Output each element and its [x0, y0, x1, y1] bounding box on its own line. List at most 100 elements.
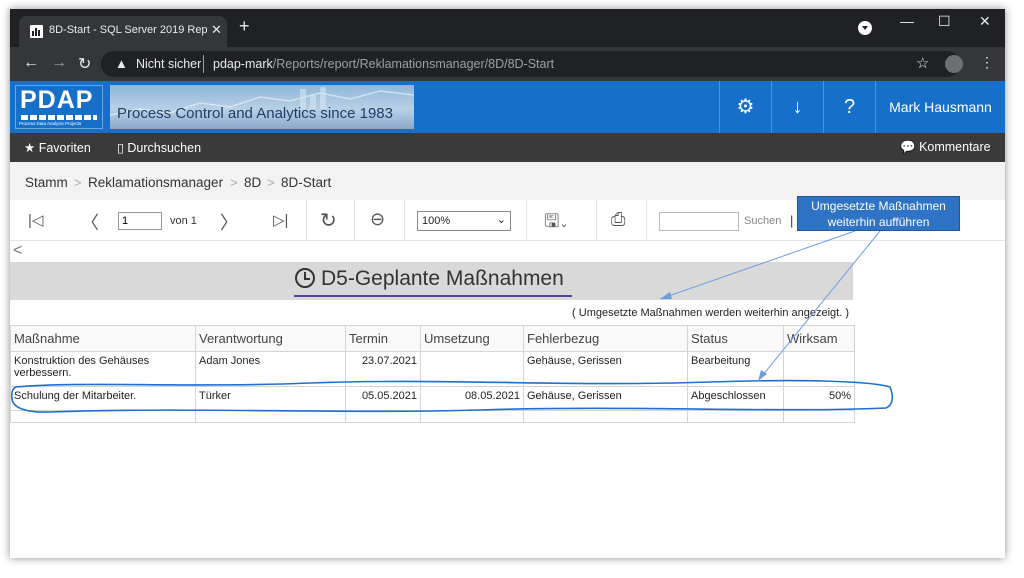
logo-text: PDAP [20, 86, 94, 114]
browse-link[interactable]: ▯ Durchsuchen [117, 140, 201, 155]
annotation-callout: Umgesetzte Maßnahmen weiterhin aufführen [797, 196, 960, 231]
table-row-cell: Türker [196, 387, 346, 411]
report-search-input[interactable] [659, 212, 739, 231]
app-header: PDAP Process Data Analysis Projects Proc… [10, 81, 1005, 133]
last-page-icon[interactable]: ▷| [273, 211, 288, 229]
url-text[interactable]: pdap-mark/Reports/report/Reklamationsman… [213, 57, 554, 71]
chevron-down-icon: ⌄ [559, 218, 569, 230]
table-empty-cell [196, 411, 346, 423]
table-row-cell: 23.07.2021 [346, 352, 421, 387]
toolbar-divider [646, 200, 647, 241]
tab-close-icon[interactable]: ✕ [211, 22, 222, 38]
security-label[interactable]: Nicht sicher [136, 57, 201, 71]
table-row-cell: Abgeschlossen [688, 387, 784, 411]
favorites-label: Favoriten [38, 141, 91, 155]
zoom-value: 100% [422, 215, 451, 227]
toolbar-divider [404, 200, 405, 241]
column-header-umsetzung: Umsetzung [421, 325, 524, 352]
header-banner: Process Control and Analytics since 1983 [110, 85, 414, 129]
new-tab-button[interactable]: + [239, 17, 250, 35]
document-icon: ▯ [117, 141, 124, 155]
clock-icon [295, 268, 315, 288]
browser-menu-icon[interactable]: ⋮ [980, 54, 994, 71]
reload-icon[interactable]: ↻ [78, 54, 91, 74]
table-row-cell: Schulung der Mitarbeiter. [10, 387, 196, 411]
favorites-link[interactable]: ★ Favoriten [24, 140, 91, 155]
favorites-bar: ★ Favoriten ▯ Durchsuchen 💬 Kommentare [10, 133, 1005, 162]
url-host: pdap-mark [213, 57, 273, 71]
omnibox[interactable]: ▲ Nicht sicher pdap-mark/Reports/report/… [101, 51, 961, 77]
gear-icon: ⚙ [736, 96, 755, 118]
download-icon: ↓ [792, 96, 803, 118]
breadcrumb-separator: > [74, 175, 82, 190]
logo-subtitle: Process Data Analysis Projects [19, 121, 82, 126]
maximize-button[interactable]: ☐ [938, 13, 951, 30]
refresh-icon[interactable]: ↻ [320, 208, 337, 233]
profile-icon[interactable] [858, 21, 872, 35]
browse-label: Durchsuchen [127, 141, 202, 155]
chevron-down-icon: ⌄ [496, 214, 506, 226]
column-header-fehlerbezug: Fehlerbezug [524, 325, 688, 352]
help-icon: ? [843, 96, 856, 118]
search-button[interactable]: Suchen [744, 215, 781, 227]
breadcrumb-separator: > [267, 175, 275, 190]
page-count-label: von 1 [170, 215, 197, 227]
banner-slogan: Process Control and Analytics since 1983 [117, 105, 393, 122]
report-title-text: D5-Geplante Maßnahmen [321, 267, 564, 290]
table-empty-cell [421, 411, 524, 423]
url-path: /Reports/report/Reklamationsmanager/8D/8… [272, 57, 555, 71]
page-number-input[interactable] [118, 212, 162, 230]
table-empty-cell [346, 411, 421, 423]
minimize-button[interactable]: — [900, 13, 914, 29]
table-row-cell: Bearbeitung [688, 352, 784, 387]
toolbar-divider [596, 200, 597, 241]
print-icon[interactable]: ⎙ [611, 209, 625, 230]
column-header-status: Status [688, 325, 784, 352]
warning-icon[interactable]: ▲ [115, 56, 128, 71]
breadcrumb: Stamm > Reklamationsmanager > 8D > 8D-St… [10, 162, 1005, 200]
table-empty-cell [784, 411, 855, 423]
url-divider [203, 55, 204, 73]
first-page-icon[interactable]: |◁ [28, 211, 43, 229]
table-row-cell: Adam Jones [196, 352, 346, 387]
user-menu[interactable]: Mark Hausmann [875, 81, 1005, 133]
toolbar-divider [354, 200, 355, 241]
address-bar: ← → ↻ ▲ Nicht sicher pdap-mark/Reports/r… [10, 47, 1005, 81]
back-to-parent-icon[interactable]: ⊖ [370, 209, 385, 230]
breadcrumb-reklamationsmanager[interactable]: Reklamationsmanager [88, 175, 223, 190]
star-icon: ★ [24, 141, 36, 155]
table-row-cell [784, 352, 855, 387]
back-icon[interactable]: ← [23, 54, 39, 72]
bookmark-star-icon[interactable]: ☆ [916, 54, 929, 72]
annotation-line-1: Umgesetzte Maßnahmen [811, 199, 946, 213]
previous-page-icon[interactable]: 〈 [81, 209, 99, 235]
comments-link[interactable]: 💬 Kommentare [900, 140, 991, 155]
window-close-button[interactable]: ✕ [979, 13, 991, 30]
table-row-cell: Gehäuse, Gerissen [524, 387, 688, 411]
download-button[interactable]: ↓ [771, 81, 823, 133]
extension-icon[interactable] [945, 55, 963, 73]
forward-icon[interactable]: → [51, 54, 67, 72]
breadcrumb-stamm[interactable]: Stamm [25, 175, 68, 190]
table-row-cell: 08.05.2021 [421, 387, 524, 411]
column-header-verantwortung: Verantwortung [196, 325, 346, 352]
save-export-icon[interactable]: 🖫⌄ [544, 209, 569, 239]
toolbar-divider [306, 200, 307, 241]
collapse-panel-icon[interactable]: < [13, 242, 22, 260]
pdap-logo[interactable]: PDAP Process Data Analysis Projects [15, 85, 103, 129]
breadcrumb-8d[interactable]: 8D [244, 175, 261, 190]
settings-button[interactable]: ⚙ [719, 81, 771, 133]
zoom-select[interactable]: 100% ⌄ [417, 211, 511, 231]
browser-window: 8D-Start - SQL Server 2019 Repo ✕ + — ☐ … [10, 9, 1005, 558]
report-note: ( Umgesetzte Maßnahmen werden weiterhin … [572, 307, 849, 319]
table-empty-cell [688, 411, 784, 423]
table-row-cell: 50% [784, 387, 855, 411]
report-favicon-icon [30, 25, 43, 38]
column-header-massnahme: Maßnahme [10, 325, 196, 352]
browser-tab[interactable]: 8D-Start - SQL Server 2019 Repo ✕ [19, 16, 227, 47]
table-empty-cell [10, 411, 196, 423]
tab-strip: 8D-Start - SQL Server 2019 Repo ✕ + — ☐ … [10, 9, 1005, 47]
help-button[interactable]: ? [823, 81, 875, 133]
column-header-termin: Termin [346, 325, 421, 352]
next-page-icon[interactable]: 〉 [220, 209, 238, 235]
